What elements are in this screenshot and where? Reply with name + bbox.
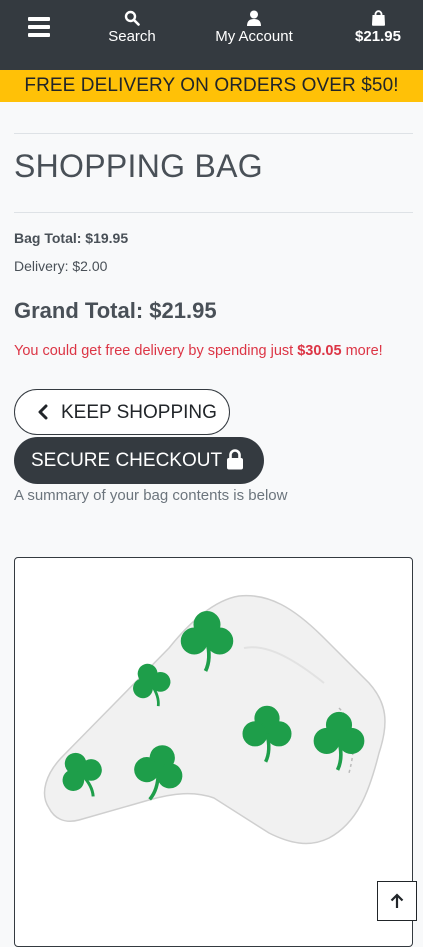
free-delivery-message: You could get free delivery by spending … [14,339,394,363]
shopping-bag-icon [371,10,385,26]
bag-summary-text: A summary of your bag contents is below [14,487,288,504]
bag-total-line: Bag Total: $19.95 [14,230,128,246]
nav-search-link[interactable]: Search [104,10,160,46]
hamburger-menu-icon[interactable] [28,17,50,39]
nav-account-link[interactable]: My Account [206,10,302,46]
free-delivery-suffix: more! [341,343,383,359]
bag-total-value: $19.95 [85,230,129,246]
keep-shopping-label: KEEP SHOPPING [61,402,217,423]
nav-bag-link[interactable]: $21.95 [348,10,408,46]
free-delivery-banner: FREE DELIVERY ON ORDERS OVER $50! [0,70,423,102]
back-to-top-button[interactable] [377,881,417,921]
secure-checkout-label: SECURE CHECKOUT [31,450,223,471]
bag-total-label: Bag Total: [14,230,82,246]
nav-bag-total: $21.95 [355,28,401,45]
delivery-value: $2.00 [72,258,108,274]
product-card[interactable] [14,557,413,947]
grand-total-label: Grand Total: [14,298,144,323]
grand-total: Grand Total: $21.95 [14,298,217,324]
free-delivery-prefix: You could get free delivery by spending … [14,343,298,359]
user-icon [247,10,261,26]
lock-icon [227,449,243,470]
grand-total-value: $21.95 [149,298,217,323]
search-icon [124,10,140,26]
nav-search-label: Search [108,28,156,45]
delivery-label: Delivery: [14,258,69,274]
secure-checkout-button[interactable]: SECURE CHECKOUT [14,437,264,484]
nav-account-label: My Account [215,28,293,45]
keep-shopping-button[interactable]: KEEP SHOPPING [14,389,230,435]
top-navbar: Search My Account $21.95 [0,0,423,70]
free-delivery-amount: $30.05 [297,343,342,359]
divider [14,133,413,134]
divider [14,212,413,213]
arrow-up-icon [390,893,404,908]
putter-headcover-image [43,594,386,845]
chevron-left-icon [38,404,48,420]
page-title: SHOPPING BAG [14,148,263,184]
delivery-line: Delivery: $2.00 [14,258,107,274]
